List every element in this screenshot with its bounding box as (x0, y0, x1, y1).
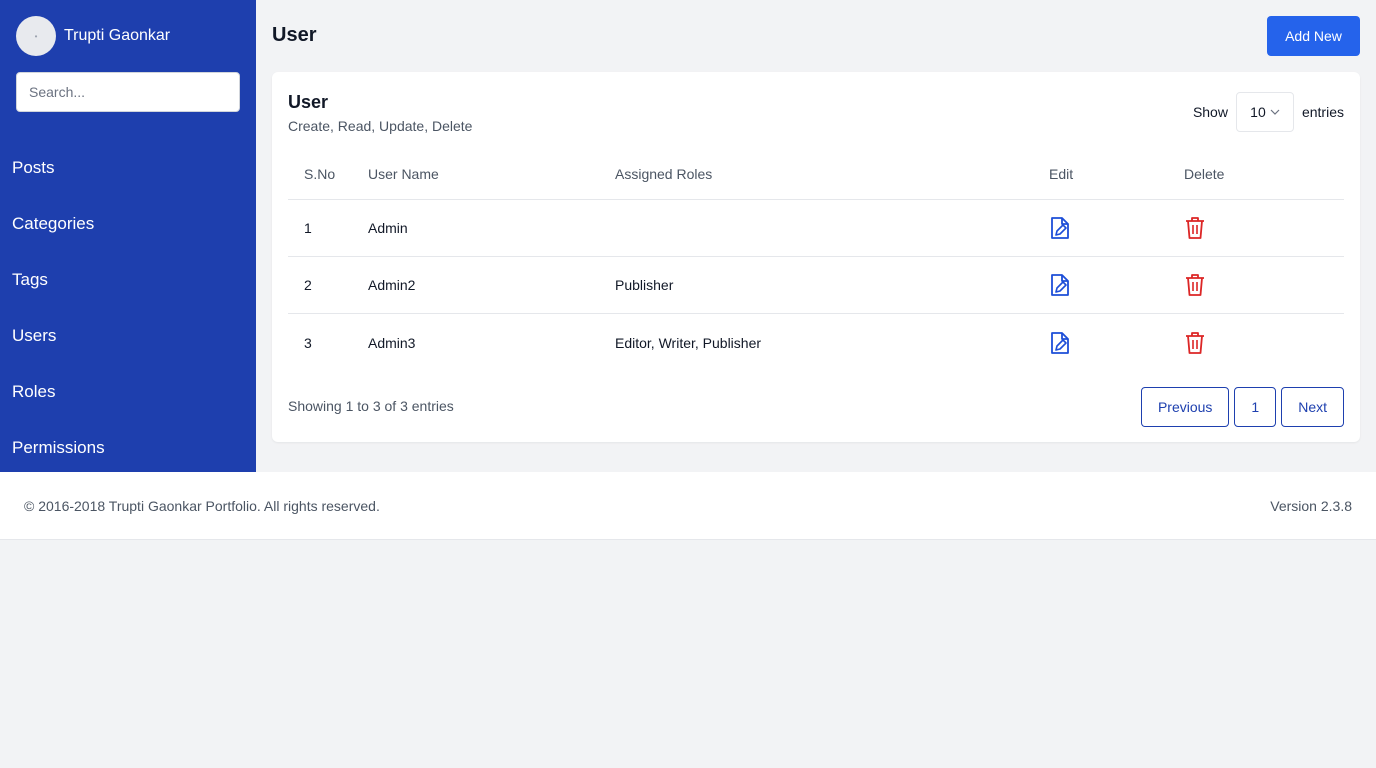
next-button[interactable]: Next (1281, 387, 1344, 427)
header-user-name: User Name (368, 165, 439, 182)
sidebar-nav: Posts Categories Tags Users Roles Permis… (0, 140, 256, 476)
profile-name: Trupti Gaonkar (64, 27, 171, 44)
sidebar: • Trupti Gaonkar Posts Categories Tags U… (0, 0, 256, 472)
row-roles: Editor, Writer, Publisher (615, 334, 762, 351)
table-header: S.No User Name Assigned Roles Edit Delet… (288, 148, 1344, 200)
entries-value: 10 (1250, 104, 1266, 120)
table-row: 3 Admin3 Editor, Writer, Publisher (288, 314, 1344, 371)
pagination-info: Showing 1 to 3 of 3 entries (288, 398, 454, 414)
card-subtitle: Create, Read, Update, Delete (288, 118, 473, 134)
sidebar-item-categories[interactable]: Categories (0, 196, 256, 252)
entries-select[interactable]: 10 (1235, 92, 1294, 132)
sidebar-item-users[interactable]: Users (0, 308, 256, 364)
profile[interactable]: • Trupti Gaonkar (16, 16, 170, 56)
entries-label: entries (1301, 104, 1344, 120)
version-text: Version 2.3.8 (1270, 498, 1352, 514)
search-input[interactable] (16, 72, 240, 112)
sidebar-item-permissions[interactable]: Permissions (0, 420, 256, 476)
page-title: User (272, 24, 317, 46)
header-edit: Edit (1049, 165, 1074, 182)
previous-button[interactable]: Previous (1140, 387, 1230, 427)
file-edit-icon[interactable] (1049, 216, 1071, 240)
trash-icon[interactable] (1184, 273, 1206, 297)
header-delete: Delete (1184, 165, 1225, 182)
page-footer: © 2016-2018 Trupti Gaonkar Portfolio. Al… (0, 472, 1376, 540)
user-card: User Create, Read, Update, Delete Show 1… (272, 72, 1360, 442)
page-1-button[interactable]: 1 (1234, 387, 1277, 427)
sidebar-item-posts[interactable]: Posts (0, 140, 256, 196)
table-row: 2 Admin2 Publisher (288, 257, 1344, 314)
row-user-name: Admin3 (368, 334, 416, 351)
row-user-name: Admin2 (368, 277, 416, 293)
row-sno: 3 (304, 334, 312, 351)
table-row: 1 Admin (288, 200, 1344, 257)
entries-control: Show 10 entries (1193, 92, 1344, 132)
file-edit-icon[interactable] (1049, 273, 1071, 297)
header-sno: S.No (304, 165, 336, 182)
add-new-button[interactable]: Add New (1267, 16, 1360, 56)
row-roles: Publisher (615, 277, 674, 293)
row-sno: 2 (304, 277, 312, 293)
header-assigned-roles: Assigned Roles (615, 165, 713, 182)
sidebar-item-roles[interactable]: Roles (0, 364, 256, 420)
sidebar-item-tags[interactable]: Tags (0, 252, 256, 308)
avatar[interactable]: • (16, 16, 56, 56)
chevron-down-icon (1270, 107, 1280, 118)
row-user-name: Admin (368, 220, 408, 236)
trash-icon[interactable] (1184, 331, 1206, 355)
copyright-text: © 2016-2018 Trupti Gaonkar Portfolio. Al… (24, 498, 380, 514)
file-edit-icon[interactable] (1049, 331, 1071, 355)
pagination: Previous 1 Next (1136, 387, 1344, 427)
row-sno: 1 (304, 220, 312, 236)
trash-icon[interactable] (1184, 216, 1206, 240)
show-label: Show (1192, 104, 1228, 120)
users-table: S.No User Name Assigned Roles Edit Delet… (288, 148, 1344, 371)
card-title: User (288, 92, 329, 112)
